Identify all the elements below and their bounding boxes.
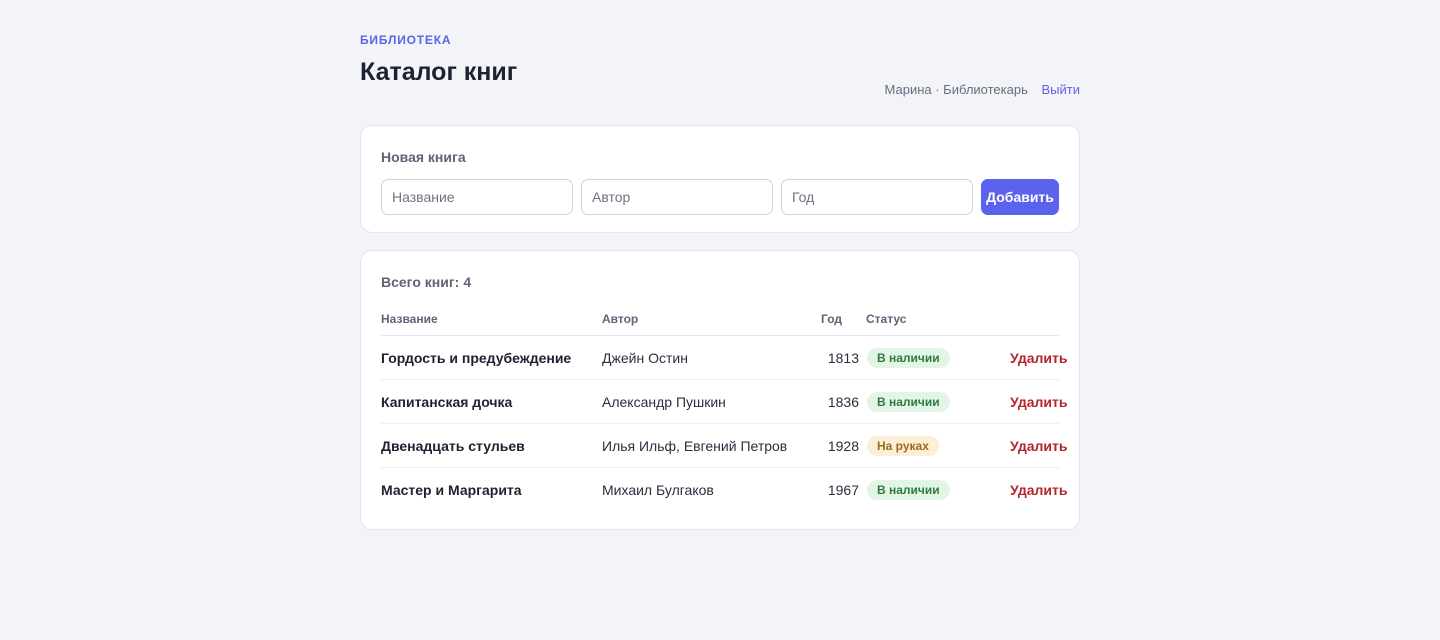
book-author: Александр Пушкин	[602, 393, 726, 410]
page-container: БИБЛИОТЕКА Каталог книг Марина · Библиот…	[360, 32, 1080, 530]
book-count-label: Всего книг:	[381, 274, 460, 290]
book-year: 1928	[827, 437, 859, 454]
user-role-label: Марина · Библиотекарь	[884, 82, 1028, 97]
delete-book-button[interactable]: Удалить	[977, 438, 1067, 454]
delete-book-button[interactable]: Удалить	[977, 394, 1067, 410]
status-badge: В наличии	[867, 391, 950, 412]
add-book-form: Добавить	[381, 179, 1059, 215]
add-book-button[interactable]: Добавить	[981, 179, 1059, 215]
delete-book-button[interactable]: Удалить	[977, 482, 1067, 498]
table-row: Гордость и предубеждение Джейн Остин 181…	[381, 336, 1067, 380]
table-row: Мастер и Маргарита Михаил Булгаков 1967 …	[381, 468, 1067, 512]
book-count-value: 4	[463, 274, 472, 290]
column-header-year: Год	[821, 312, 842, 326]
user-info: Марина · Библиотекарь Выйти	[885, 82, 1080, 98]
book-title: Капитанская дочка	[381, 393, 513, 410]
add-book-heading: Новая книга	[381, 149, 466, 165]
book-status-cell: В наличии	[859, 391, 977, 412]
column-header-title: Название	[381, 312, 438, 326]
section-eyebrow: БИБЛИОТЕКА	[360, 33, 452, 47]
book-status-cell: На руках	[859, 435, 977, 456]
book-action-cell: Удалить	[977, 482, 1067, 498]
table-row: Капитанская дочка Александр Пушкин 1836 …	[381, 380, 1067, 424]
book-year: 1836	[827, 393, 859, 410]
logout-link[interactable]: Выйти	[1042, 82, 1081, 97]
book-year: 1813	[827, 349, 859, 366]
title-input[interactable]	[381, 179, 573, 215]
book-table: Название Автор Год Статус Гордость и пре…	[381, 308, 1067, 512]
table-row: Двенадцать стульев Илья Ильф, Евгений Пе…	[381, 424, 1067, 468]
page-header: Каталог книг Марина · Библиотекарь Выйти	[360, 55, 1080, 99]
column-header-status: Статус	[866, 312, 907, 326]
book-status-cell: В наличии	[859, 347, 977, 368]
table-header: Название Автор Год Статус	[381, 308, 1059, 336]
book-title: Двенадцать стульев	[381, 437, 525, 454]
book-title: Мастер и Маргарита	[381, 482, 522, 498]
book-author: Джейн Остин	[602, 349, 688, 366]
delete-book-button[interactable]: Удалить	[977, 350, 1067, 366]
book-count: Всего книг: 4	[381, 273, 1059, 291]
book-list-card: Всего книг: 4 Название Автор Год Статус Г…	[360, 250, 1080, 530]
column-header-author: Автор	[602, 312, 639, 326]
status-badge: В наличии	[867, 347, 950, 368]
page-title: Каталог книг	[360, 58, 518, 86]
book-year: 1967	[827, 482, 859, 498]
year-input[interactable]	[781, 179, 973, 215]
book-author: Илья Ильф, Евгений Петров	[602, 437, 788, 454]
book-status-cell: В наличии	[859, 480, 977, 500]
add-book-card: Новая книга Добавить	[360, 125, 1080, 233]
book-author: Михаил Булгаков	[602, 482, 714, 498]
book-action-cell: Удалить	[977, 350, 1067, 366]
book-action-cell: Удалить	[977, 438, 1067, 454]
status-badge: В наличии	[867, 480, 950, 500]
author-input[interactable]	[581, 179, 773, 215]
book-action-cell: Удалить	[977, 394, 1067, 410]
status-badge: На руках	[867, 435, 939, 456]
book-title: Гордость и предубеждение	[381, 349, 572, 366]
